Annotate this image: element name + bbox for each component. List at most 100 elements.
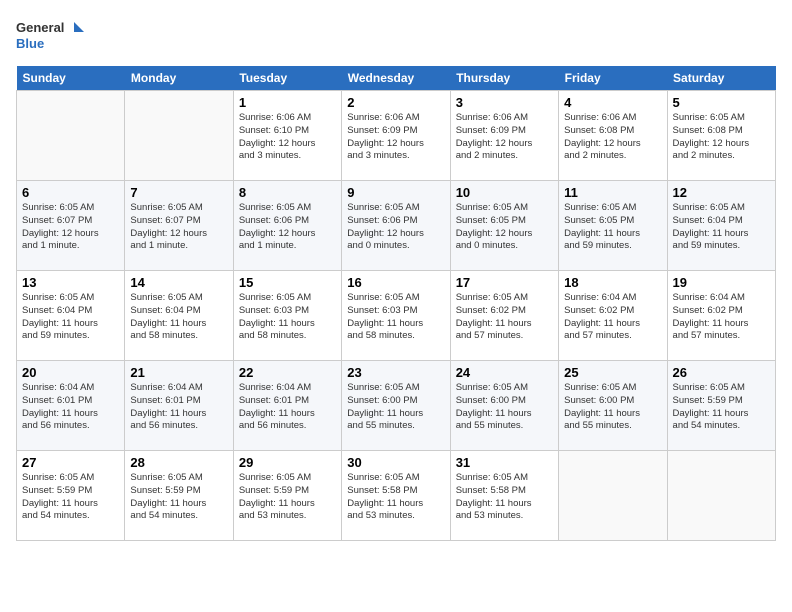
day-number: 26 xyxy=(673,365,770,380)
calendar-cell: 15 Sunrise: 6:05 AM Sunset: 6:03 PM Dayli… xyxy=(233,271,341,361)
calendar-cell: 1Sunrise: 6:06 AM Sunset: 6:10 PM Daylig… xyxy=(233,91,341,181)
day-number: 2 xyxy=(347,95,444,110)
day-number: 5 xyxy=(673,95,770,110)
calendar-cell: 30Sunrise: 6:05 AM Sunset: 5:58 PM Dayli… xyxy=(342,451,450,541)
day-info: Sunrise: 6:05 AM Sunset: 6:04 PM Dayligh… xyxy=(130,292,227,343)
day-number: 22 xyxy=(239,365,336,380)
day-info: Sunrise: 6:05 AM Sunset: 5:58 PM Dayligh… xyxy=(456,472,553,523)
day-number: 17 xyxy=(456,275,553,290)
day-info: Sunrise: 6:05 AM Sunset: 6:05 PM Dayligh… xyxy=(564,202,661,253)
logo: General Blue xyxy=(16,16,86,54)
day-info: Sunrise: 6:05 AM Sunset: 6:00 PM Dayligh… xyxy=(564,382,661,433)
day-info: Sunrise: 6:04 AM Sunset: 6:01 PM Dayligh… xyxy=(22,382,119,433)
day-info: Sunrise: 6:05 AM Sunset: 6:04 PM Dayligh… xyxy=(673,202,770,253)
day-info: Sunrise: 6:06 AM Sunset: 6:09 PM Dayligh… xyxy=(456,112,553,163)
day-number: 24 xyxy=(456,365,553,380)
calendar-cell: 20 Sunrise: 6:04 AM Sunset: 6:01 PM Dayli… xyxy=(17,361,125,451)
day-of-week-header: Monday xyxy=(125,66,233,91)
calendar-cell xyxy=(667,451,775,541)
day-info: Sunrise: 6:05 AM Sunset: 5:59 PM Dayligh… xyxy=(673,382,770,433)
day-number: 20 xyxy=(22,365,119,380)
day-info: Sunrise: 6:04 AM Sunset: 6:01 PM Dayligh… xyxy=(239,382,336,433)
day-of-week-header: Friday xyxy=(559,66,667,91)
calendar-cell xyxy=(559,451,667,541)
calendar-cell: 23Sunrise: 6:05 AM Sunset: 6:00 PM Dayli… xyxy=(342,361,450,451)
day-info: Sunrise: 6:05 AM Sunset: 6:06 PM Dayligh… xyxy=(239,202,336,253)
calendar-cell: 9Sunrise: 6:05 AM Sunset: 6:06 PM Daylig… xyxy=(342,181,450,271)
calendar-table: SundayMondayTuesdayWednesdayThursdayFrid… xyxy=(16,66,776,541)
day-number: 9 xyxy=(347,185,444,200)
day-info: Sunrise: 6:05 AM Sunset: 6:08 PM Dayligh… xyxy=(673,112,770,163)
day-number: 15 xyxy=(239,275,336,290)
calendar-cell: 8 Sunrise: 6:05 AM Sunset: 6:06 PM Daylig… xyxy=(233,181,341,271)
calendar-week-row: 27 Sunrise: 6:05 AM Sunset: 5:59 PM Dayli… xyxy=(17,451,776,541)
day-of-week-header: Thursday xyxy=(450,66,558,91)
day-number: 8 xyxy=(239,185,336,200)
day-number: 18 xyxy=(564,275,661,290)
calendar-cell: 14Sunrise: 6:05 AM Sunset: 6:04 PM Dayli… xyxy=(125,271,233,361)
day-info: Sunrise: 6:05 AM Sunset: 6:04 PM Dayligh… xyxy=(22,292,119,343)
day-number: 10 xyxy=(456,185,553,200)
day-number: 12 xyxy=(673,185,770,200)
day-info: Sunrise: 6:04 AM Sunset: 6:02 PM Dayligh… xyxy=(673,292,770,343)
calendar-cell: 19 Sunrise: 6:04 AM Sunset: 6:02 PM Dayli… xyxy=(667,271,775,361)
day-info: Sunrise: 6:05 AM Sunset: 6:03 PM Dayligh… xyxy=(347,292,444,343)
day-of-week-header: Saturday xyxy=(667,66,775,91)
day-info: Sunrise: 6:05 AM Sunset: 5:59 PM Dayligh… xyxy=(130,472,227,523)
day-info: Sunrise: 6:05 AM Sunset: 6:03 PM Dayligh… xyxy=(239,292,336,343)
day-info: Sunrise: 6:04 AM Sunset: 6:02 PM Dayligh… xyxy=(564,292,661,343)
calendar-cell: 25 Sunrise: 6:05 AM Sunset: 6:00 PM Dayli… xyxy=(559,361,667,451)
day-number: 21 xyxy=(130,365,227,380)
calendar-cell: 10 Sunrise: 6:05 AM Sunset: 6:05 PM Dayli… xyxy=(450,181,558,271)
calendar-cell: 22 Sunrise: 6:04 AM Sunset: 6:01 PM Dayli… xyxy=(233,361,341,451)
day-number: 13 xyxy=(22,275,119,290)
calendar-cell: 3 Sunrise: 6:06 AM Sunset: 6:09 PM Daylig… xyxy=(450,91,558,181)
calendar-cell: 18 Sunrise: 6:04 AM Sunset: 6:02 PM Dayli… xyxy=(559,271,667,361)
calendar-week-row: 1Sunrise: 6:06 AM Sunset: 6:10 PM Daylig… xyxy=(17,91,776,181)
day-of-week-header: Wednesday xyxy=(342,66,450,91)
day-number: 27 xyxy=(22,455,119,470)
calendar-cell: 12 Sunrise: 6:05 AM Sunset: 6:04 PM Dayli… xyxy=(667,181,775,271)
calendar-cell: 17 Sunrise: 6:05 AM Sunset: 6:02 PM Dayli… xyxy=(450,271,558,361)
day-number: 11 xyxy=(564,185,661,200)
calendar-cell: 13 Sunrise: 6:05 AM Sunset: 6:04 PM Dayli… xyxy=(17,271,125,361)
day-info: Sunrise: 6:06 AM Sunset: 6:08 PM Dayligh… xyxy=(564,112,661,163)
day-info: Sunrise: 6:05 AM Sunset: 5:59 PM Dayligh… xyxy=(22,472,119,523)
calendar-week-row: 6 Sunrise: 6:05 AM Sunset: 6:07 PM Daylig… xyxy=(17,181,776,271)
calendar-cell: 29Sunrise: 6:05 AM Sunset: 5:59 PM Dayli… xyxy=(233,451,341,541)
calendar-week-row: 13 Sunrise: 6:05 AM Sunset: 6:04 PM Dayli… xyxy=(17,271,776,361)
svg-text:Blue: Blue xyxy=(16,36,44,51)
calendar-header-row: SundayMondayTuesdayWednesdayThursdayFrid… xyxy=(17,66,776,91)
calendar-cell: 11 Sunrise: 6:05 AM Sunset: 6:05 PM Dayli… xyxy=(559,181,667,271)
day-number: 3 xyxy=(456,95,553,110)
calendar-cell: 24Sunrise: 6:05 AM Sunset: 6:00 PM Dayli… xyxy=(450,361,558,451)
calendar-cell: 6Sunrise: 6:05 AM Sunset: 6:07 PM Daylig… xyxy=(17,181,125,271)
day-number: 6 xyxy=(22,185,119,200)
day-number: 19 xyxy=(673,275,770,290)
day-number: 16 xyxy=(347,275,444,290)
day-number: 1 xyxy=(239,95,336,110)
day-info: Sunrise: 6:06 AM Sunset: 6:09 PM Dayligh… xyxy=(347,112,444,163)
day-number: 4 xyxy=(564,95,661,110)
logo-svg: General Blue xyxy=(16,16,86,54)
day-number: 25 xyxy=(564,365,661,380)
day-number: 28 xyxy=(130,455,227,470)
calendar-cell: 31 Sunrise: 6:05 AM Sunset: 5:58 PM Dayli… xyxy=(450,451,558,541)
day-info: Sunrise: 6:05 AM Sunset: 6:05 PM Dayligh… xyxy=(456,202,553,253)
day-info: Sunrise: 6:05 AM Sunset: 6:02 PM Dayligh… xyxy=(456,292,553,343)
calendar-cell: 4 Sunrise: 6:06 AM Sunset: 6:08 PM Daylig… xyxy=(559,91,667,181)
day-number: 7 xyxy=(130,185,227,200)
page-header: General Blue xyxy=(16,16,776,54)
svg-text:General: General xyxy=(16,20,64,35)
calendar-cell: 26 Sunrise: 6:05 AM Sunset: 5:59 PM Dayli… xyxy=(667,361,775,451)
day-number: 29 xyxy=(239,455,336,470)
day-info: Sunrise: 6:05 AM Sunset: 6:07 PM Dayligh… xyxy=(130,202,227,253)
calendar-cell: 27 Sunrise: 6:05 AM Sunset: 5:59 PM Dayli… xyxy=(17,451,125,541)
calendar-week-row: 20 Sunrise: 6:04 AM Sunset: 6:01 PM Dayli… xyxy=(17,361,776,451)
calendar-body: 1Sunrise: 6:06 AM Sunset: 6:10 PM Daylig… xyxy=(17,91,776,541)
calendar-cell: 16 Sunrise: 6:05 AM Sunset: 6:03 PM Dayli… xyxy=(342,271,450,361)
day-number: 31 xyxy=(456,455,553,470)
calendar-cell: 21Sunrise: 6:04 AM Sunset: 6:01 PM Dayli… xyxy=(125,361,233,451)
calendar-cell: 5 Sunrise: 6:05 AM Sunset: 6:08 PM Daylig… xyxy=(667,91,775,181)
calendar-cell: 7 Sunrise: 6:05 AM Sunset: 6:07 PM Daylig… xyxy=(125,181,233,271)
